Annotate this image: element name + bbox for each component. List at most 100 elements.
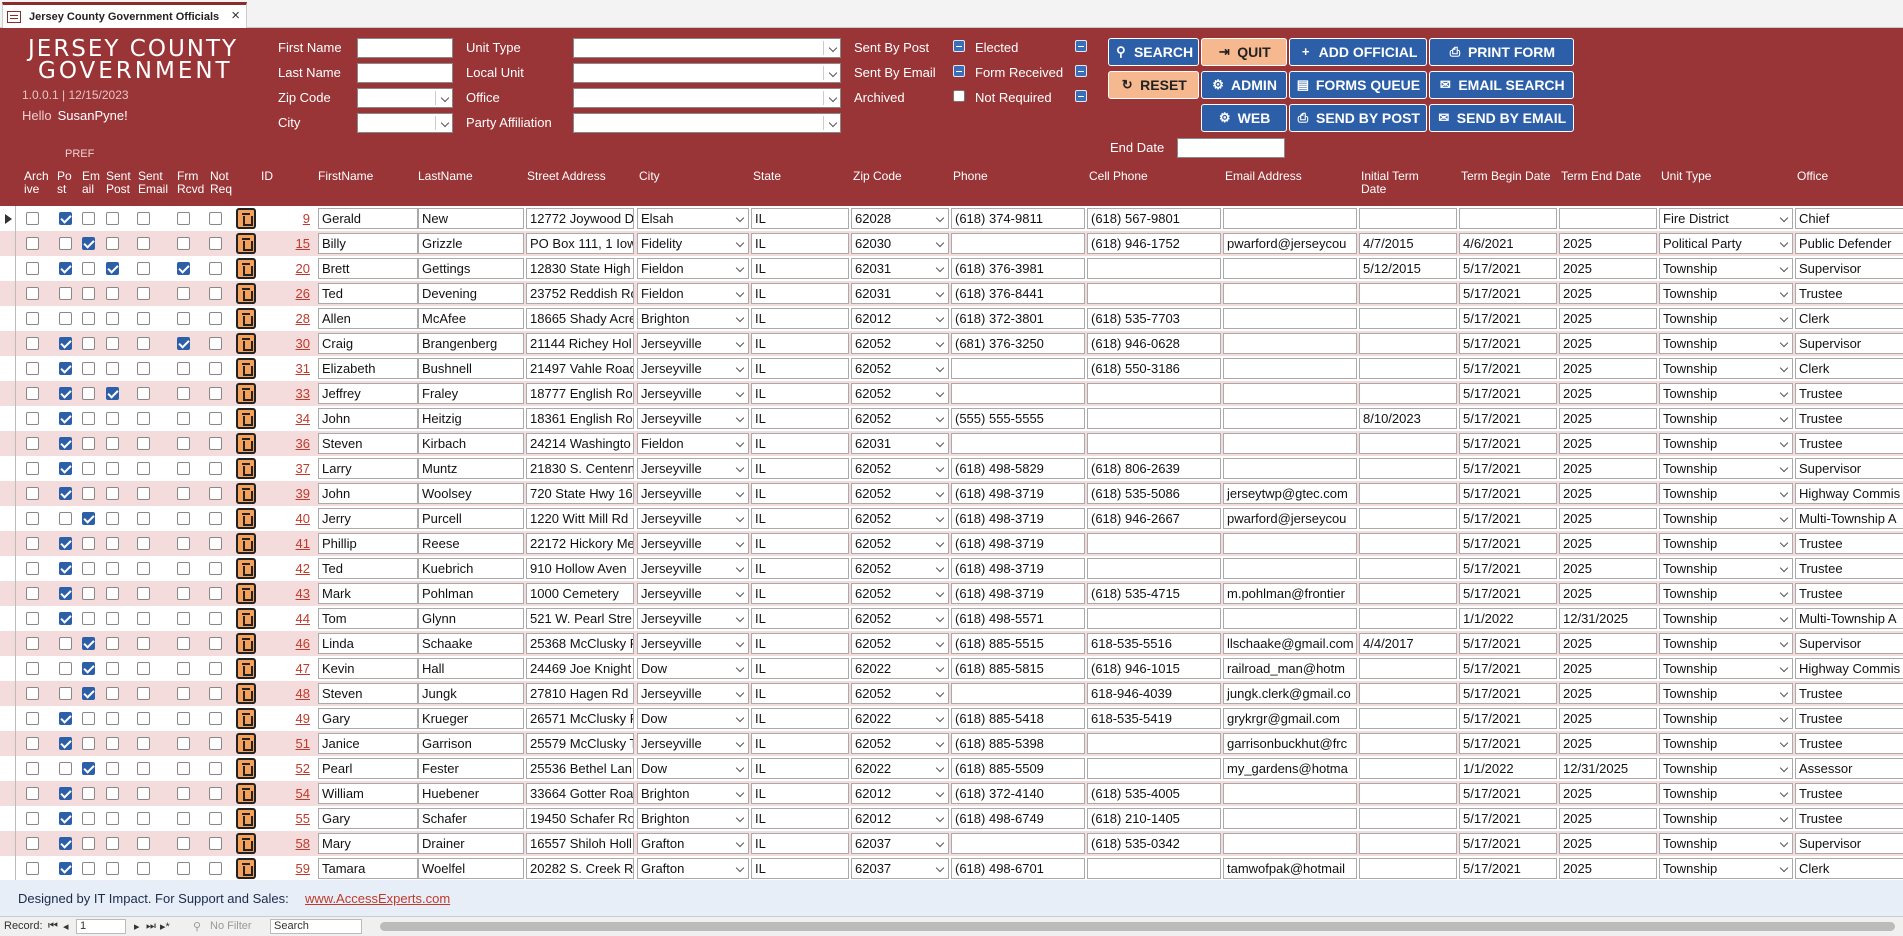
cell-zip[interactable]: 62028 <box>851 208 949 229</box>
cell-office[interactable]: Trustee <box>1795 583 1903 604</box>
record-selector[interactable] <box>0 331 16 356</box>
cell-street[interactable]: 27810 Hagen Rd <box>526 683 634 704</box>
record-id-link[interactable]: 51 <box>268 736 310 751</box>
cell-state[interactable]: IL <box>751 458 849 479</box>
cell-city[interactable]: Fieldon <box>637 258 749 279</box>
cell-initial[interactable]: 4/7/2015 <box>1359 233 1457 254</box>
cell-zip[interactable]: 62030 <box>851 233 949 254</box>
cell-begin[interactable]: 5/17/2021 <box>1459 658 1557 679</box>
cell-begin[interactable]: 5/17/2021 <box>1459 683 1557 704</box>
cell-city[interactable]: Dow <box>637 758 749 779</box>
cell-street[interactable]: 26571 McClusky F <box>526 708 634 729</box>
cell-cell[interactable] <box>1087 408 1221 429</box>
row-checkbox-ar[interactable] <box>26 487 39 500</box>
row-checkbox-em[interactable] <box>82 762 95 775</box>
row-checkbox-nr[interactable] <box>209 237 222 250</box>
cell-begin[interactable]: 5/17/2021 <box>1459 583 1557 604</box>
row-checkbox-em[interactable] <box>82 487 95 500</box>
row-checkbox-po[interactable] <box>59 787 72 800</box>
row-checkbox-se[interactable] <box>137 562 150 575</box>
row-checkbox-em[interactable] <box>82 812 95 825</box>
table-row[interactable]: 44 Tom Glynn 521 W. Pearl Stre Jerseyville IL… <box>0 606 1903 631</box>
row-checkbox-fr[interactable] <box>177 487 190 500</box>
row-checkbox-se[interactable] <box>137 662 150 675</box>
row-checkbox-po[interactable] <box>59 487 72 500</box>
cell-end[interactable]: 2025 <box>1559 708 1657 729</box>
cell-end[interactable]: 2025 <box>1559 333 1657 354</box>
row-checkbox-po[interactable] <box>59 662 72 675</box>
cell-cell[interactable]: (618) 210-1405 <box>1087 808 1221 829</box>
row-checkbox-ar[interactable] <box>26 762 39 775</box>
cell-office[interactable]: Clerk <box>1795 858 1903 879</box>
cell-city[interactable]: Jerseyville <box>637 683 749 704</box>
cell-state[interactable]: IL <box>751 783 849 804</box>
cell-cell[interactable]: (618) 946-0628 <box>1087 333 1221 354</box>
row-checkbox-nr[interactable] <box>209 362 222 375</box>
cell-initial[interactable]: 8/10/2023 <box>1359 408 1457 429</box>
cell-first[interactable]: John <box>318 483 418 504</box>
cell-begin[interactable]: 5/17/2021 <box>1459 458 1557 479</box>
row-checkbox-nr[interactable] <box>209 437 222 450</box>
delete-trash-icon[interactable] <box>236 633 256 654</box>
row-checkbox-sp[interactable] <box>106 687 119 700</box>
cell-first[interactable]: Craig <box>318 333 418 354</box>
row-checkbox-sp[interactable] <box>106 387 119 400</box>
table-row[interactable]: 9 Gerald New 12772 Joywood D Elsah IL 62028 (61… <box>0 206 1903 231</box>
row-checkbox-fr[interactable] <box>177 212 190 225</box>
cell-first[interactable]: Gary <box>318 808 418 829</box>
cell-first[interactable]: Ted <box>318 558 418 579</box>
row-checkbox-em[interactable] <box>82 512 95 525</box>
row-checkbox-em[interactable] <box>82 262 95 275</box>
cell-state[interactable]: IL <box>751 433 849 454</box>
cell-cell[interactable] <box>1087 433 1221 454</box>
cell-first[interactable]: Mary <box>318 833 418 854</box>
table-row[interactable]: 52 Pearl Fester 25536 Bethel Lan Dow IL 62022(… <box>0 756 1903 781</box>
cell-begin[interactable]: 5/17/2021 <box>1459 783 1557 804</box>
cell-street[interactable]: 12772 Joywood D <box>526 208 634 229</box>
cell-begin[interactable]: 5/17/2021 <box>1459 533 1557 554</box>
record-id-link[interactable]: 15 <box>268 236 310 251</box>
cell-street[interactable]: 19450 Schafer Ro <box>526 808 634 829</box>
cell-street[interactable]: 21830 S. Centenn <box>526 458 634 479</box>
cell-initial[interactable] <box>1359 558 1457 579</box>
table-row[interactable]: 36 Steven Kirbach 24214 Washingto Fieldon IL 6… <box>0 431 1903 456</box>
row-checkbox-nr[interactable] <box>209 712 222 725</box>
cell-state[interactable]: IL <box>751 383 849 404</box>
cell-zip[interactable]: 62022 <box>851 708 949 729</box>
delete-trash-icon[interactable] <box>236 258 256 279</box>
cell-phone[interactable]: (618) 498-3719 <box>951 508 1085 529</box>
cell-office[interactable]: Supervisor <box>1795 258 1903 279</box>
archived-checkbox[interactable] <box>953 90 965 102</box>
cell-office[interactable]: Trustee <box>1795 783 1903 804</box>
cell-initial[interactable] <box>1359 308 1457 329</box>
record-selector[interactable] <box>0 206 16 231</box>
row-checkbox-se[interactable] <box>137 837 150 850</box>
row-checkbox-ar[interactable] <box>26 237 39 250</box>
row-checkbox-fr[interactable] <box>177 412 190 425</box>
cell-unit[interactable]: Political Party <box>1659 233 1793 254</box>
cell-unit[interactable]: Township <box>1659 733 1793 754</box>
cell-state[interactable]: IL <box>751 533 849 554</box>
cell-cell[interactable]: (618) 535-0342 <box>1087 833 1221 854</box>
row-checkbox-fr[interactable] <box>177 687 190 700</box>
table-row[interactable]: 59 Tamara Woelfel 20282 S. Creek Rc Grafton I… <box>0 856 1903 880</box>
cell-end[interactable]: 2025 <box>1559 483 1657 504</box>
cell-city[interactable]: Jerseyville <box>637 358 749 379</box>
cell-state[interactable]: IL <box>751 308 849 329</box>
cell-cell[interactable]: (618) 946-1015 <box>1087 658 1221 679</box>
row-checkbox-nr[interactable] <box>209 762 222 775</box>
table-row[interactable]: 58 Mary Drainer 16557 Shiloh Holl Grafton IL 6… <box>0 831 1903 856</box>
cell-begin[interactable]: 5/17/2021 <box>1459 808 1557 829</box>
row-checkbox-fr[interactable] <box>177 612 190 625</box>
cell-initial[interactable] <box>1359 733 1457 754</box>
cell-begin[interactable] <box>1459 208 1557 229</box>
row-checkbox-po[interactable] <box>59 462 72 475</box>
row-checkbox-nr[interactable] <box>209 262 222 275</box>
row-checkbox-ar[interactable] <box>26 712 39 725</box>
record-selector[interactable] <box>0 656 16 681</box>
record-selector[interactable] <box>0 731 16 756</box>
cell-begin[interactable]: 5/17/2021 <box>1459 333 1557 354</box>
cell-state[interactable]: IL <box>751 683 849 704</box>
record-id-link[interactable]: 20 <box>268 261 310 276</box>
row-checkbox-ar[interactable] <box>26 462 39 475</box>
